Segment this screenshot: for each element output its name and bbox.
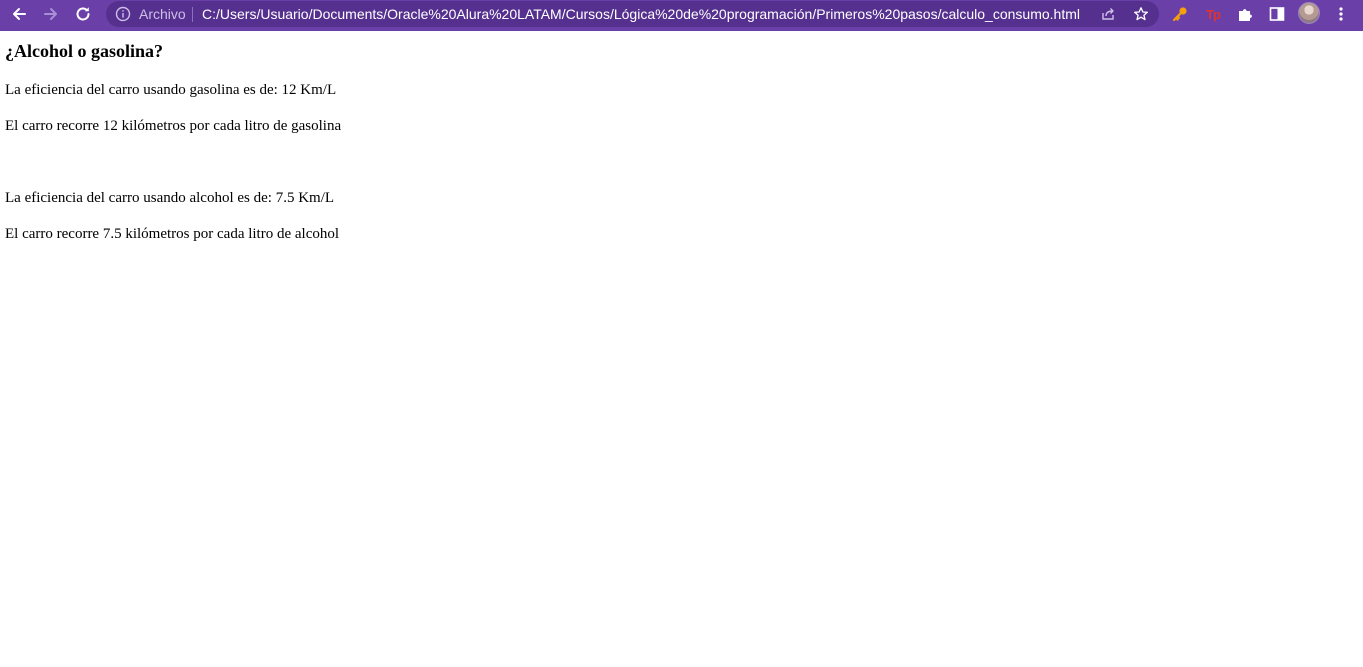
menu-button[interactable] — [1330, 3, 1352, 25]
side-panel-button[interactable] — [1266, 3, 1288, 25]
puzzle-icon — [1238, 8, 1252, 21]
gasoline-distance-text: El carro recorre 12 kilómetros por cada … — [5, 118, 342, 134]
address-bar[interactable]: Archivo C:/Users/Usuario/Documents/Oracl… — [106, 1, 1159, 27]
key-icon — [1172, 7, 1187, 22]
extensions-button[interactable] — [1234, 3, 1256, 25]
page-content: ¿Alcohol o gasolina? La eficiencia del c… — [0, 31, 1363, 667]
alcohol-efficiency-text: La eficiencia del carro usando alcohol e… — [5, 190, 335, 206]
gasoline-efficiency-text: La eficiencia del carro usando gasolina … — [5, 82, 337, 98]
reload-icon — [76, 6, 90, 20]
back-button[interactable] — [4, 0, 34, 27]
tp-logo-icon: Tp — [1206, 6, 1221, 22]
arrow-left-icon — [13, 7, 26, 20]
info-icon[interactable] — [115, 6, 131, 22]
more-vertical-icon — [1339, 7, 1343, 21]
extension-key-button[interactable] — [1169, 3, 1191, 25]
address-divider — [192, 7, 193, 22]
profile-avatar[interactable] — [1298, 2, 1320, 24]
site-security-label: Archivo — [139, 6, 186, 22]
browser-toolbar: Archivo C:/Users/Usuario/Documents/Oracl… — [0, 0, 1363, 31]
extension-tp-button[interactable]: Tp — [1202, 3, 1224, 25]
page-heading: ¿Alcohol o gasolina? — [5, 41, 164, 61]
alcohol-distance-text: El carro recorre 7.5 kilómetros por cada… — [5, 226, 340, 242]
share-icon — [1102, 8, 1114, 20]
forward-button[interactable] — [36, 0, 66, 27]
bookmark-button[interactable] — [1131, 5, 1151, 23]
star-icon — [1134, 7, 1148, 21]
share-button[interactable] — [1098, 5, 1118, 23]
arrow-right-icon — [44, 7, 57, 20]
reload-button[interactable] — [68, 0, 98, 27]
side-panel-icon — [1269, 7, 1285, 21]
url-text[interactable]: C:/Users/Usuario/Documents/Oracle%20Alur… — [202, 5, 1080, 23]
